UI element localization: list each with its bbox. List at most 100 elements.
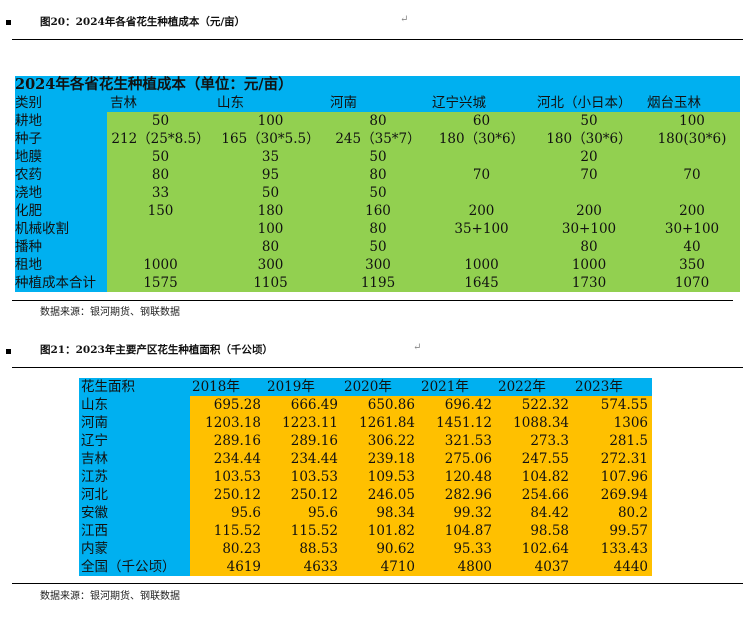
table-cell: 95.6	[190, 504, 265, 522]
table-cell: 522.32	[496, 396, 573, 414]
table-row: 河南 1203.18 1223.11 1261.84 1451.12 1088.34 130…	[79, 414, 652, 432]
divider	[12, 583, 743, 584]
table-cell	[534, 184, 644, 202]
table-row: 安徽 95.6 95.6 98.34 99.32 84.42 80.2	[79, 504, 652, 522]
table-cell: 4633	[265, 558, 342, 576]
table-cell: 300	[214, 256, 327, 274]
table-cell: 100	[644, 112, 740, 130]
table-cell: 98.58	[496, 522, 573, 540]
table-cell	[429, 184, 534, 202]
table-cell: 321.53	[419, 432, 496, 450]
row-label: 种植成本合计	[15, 275, 96, 291]
figure-caption-2: 图21：2023年主要产区花生种植面积（千公顷）	[40, 344, 273, 356]
row-label: 吉林	[81, 451, 108, 467]
table-cell: 70	[534, 166, 644, 184]
table-cell: 107.96	[573, 468, 652, 486]
table-cell: 1105	[214, 274, 327, 292]
table-cell: 20	[534, 148, 644, 166]
table-row: 种子 212（25*8.5） 165（30*5.5） 245（35*7） 180（30*…	[15, 130, 740, 148]
table-cell: 70	[429, 166, 534, 184]
column-header: 2023年	[575, 379, 623, 395]
column-header: 吉林	[110, 95, 137, 111]
column-header: 烟台玉林	[647, 95, 701, 111]
table-row: 农药 80 95 80 70 70 70	[15, 166, 740, 184]
table-cell: 574.55	[573, 396, 652, 414]
table-cell: 250.12	[265, 486, 342, 504]
table-cell: 1575	[107, 274, 214, 292]
table-cell: 99.32	[419, 504, 496, 522]
table-cell: 695.28	[190, 396, 265, 414]
row-label: 江苏	[81, 469, 108, 485]
table-cell: 180（30*6）	[429, 130, 534, 148]
row-label: 播种	[15, 239, 42, 255]
table-row: 机械收割 100 80 35+100 30+100 30+100	[15, 220, 740, 238]
column-header: 河南	[330, 95, 357, 111]
table-cell: 300	[327, 256, 429, 274]
table-cell: 200	[644, 202, 740, 220]
table-cell: 1223.11	[265, 414, 342, 432]
table-cell: 35+100	[429, 220, 534, 238]
table-cell: 98.34	[342, 504, 419, 522]
table-cell	[644, 184, 740, 202]
column-header: 花生面积	[81, 379, 135, 395]
table-title: 2024年各省花生种植成本（单位：元/亩）	[15, 76, 293, 93]
table-cell: 180(30*6)	[644, 130, 740, 148]
table-cell: 269.94	[573, 486, 652, 504]
table-cell	[429, 238, 534, 256]
table-row: 全国（千公顷） 4619 4633 4710 4800 4037 4440	[79, 558, 652, 576]
table-cell: 306.22	[342, 432, 419, 450]
table-cell: 165（30*5.5）	[214, 130, 327, 148]
table-row: 吉林 234.44 234.44 239.18 275.06 247.55 272.31	[79, 450, 652, 468]
table-row: 河北 250.12 250.12 246.05 282.96 254.66 269.94	[79, 486, 652, 504]
table-cell: 80	[327, 112, 429, 130]
table-cell: 80	[327, 220, 429, 238]
row-label: 地膜	[15, 149, 42, 165]
table-cell: 4037	[496, 558, 573, 576]
table-cell: 289.16	[190, 432, 265, 450]
table-cell: 180	[214, 202, 327, 220]
table-cell: 250.12	[190, 486, 265, 504]
table-cell: 80	[534, 238, 644, 256]
column-header: 2018年	[192, 379, 240, 395]
column-header: 2020年	[344, 379, 392, 395]
table-cell: 50	[327, 238, 429, 256]
table-cell: 60	[429, 112, 534, 130]
column-header: 山东	[217, 95, 244, 111]
table-cell: 234.44	[190, 450, 265, 468]
table-cell: 1070	[644, 274, 740, 292]
table-cell: 80.2	[573, 504, 652, 522]
list-bullet	[6, 20, 11, 25]
row-label: 山东	[81, 397, 108, 413]
table-cell: 650.86	[342, 396, 419, 414]
table-cell: 666.49	[265, 396, 342, 414]
table-cell: 70	[644, 166, 740, 184]
table-cell: 30+100	[534, 220, 644, 238]
table-cell: 33	[107, 184, 214, 202]
table-row: 播种 80 50 80 40	[15, 238, 740, 256]
table-cell: 289.16	[265, 432, 342, 450]
table-cell: 1088.34	[496, 414, 573, 432]
table-cell: 273.3	[496, 432, 573, 450]
column-header: 2019年	[267, 379, 315, 395]
table-row: 内蒙 80.23 88.53 90.62 95.33 102.64 133.43	[79, 540, 652, 558]
table-cell: 350	[644, 256, 740, 274]
table-header-row: 花生面积 2018年 2019年 2020年 2021年 2022年 2023年	[79, 378, 652, 396]
source-note-2: 数据来源：银河期货、钢联数据	[40, 591, 180, 602]
table-cell	[644, 148, 740, 166]
table-cell: 115.52	[190, 522, 265, 540]
row-label: 浇地	[15, 185, 42, 201]
table-cell: 1203.18	[190, 414, 265, 432]
table-cell	[107, 238, 214, 256]
table-cell: 88.53	[265, 540, 342, 558]
table-cell: 1000	[534, 256, 644, 274]
table-cell: 100	[214, 112, 327, 130]
paragraph-mark: ↵	[413, 342, 422, 353]
table-cell: 84.42	[496, 504, 573, 522]
table-cell: 1306	[573, 414, 652, 432]
row-label: 内蒙	[81, 541, 108, 557]
divider	[12, 39, 743, 40]
table-cell: 4800	[419, 558, 496, 576]
table-cell: 1730	[534, 274, 644, 292]
table-cell	[107, 220, 214, 238]
divider	[12, 367, 743, 368]
